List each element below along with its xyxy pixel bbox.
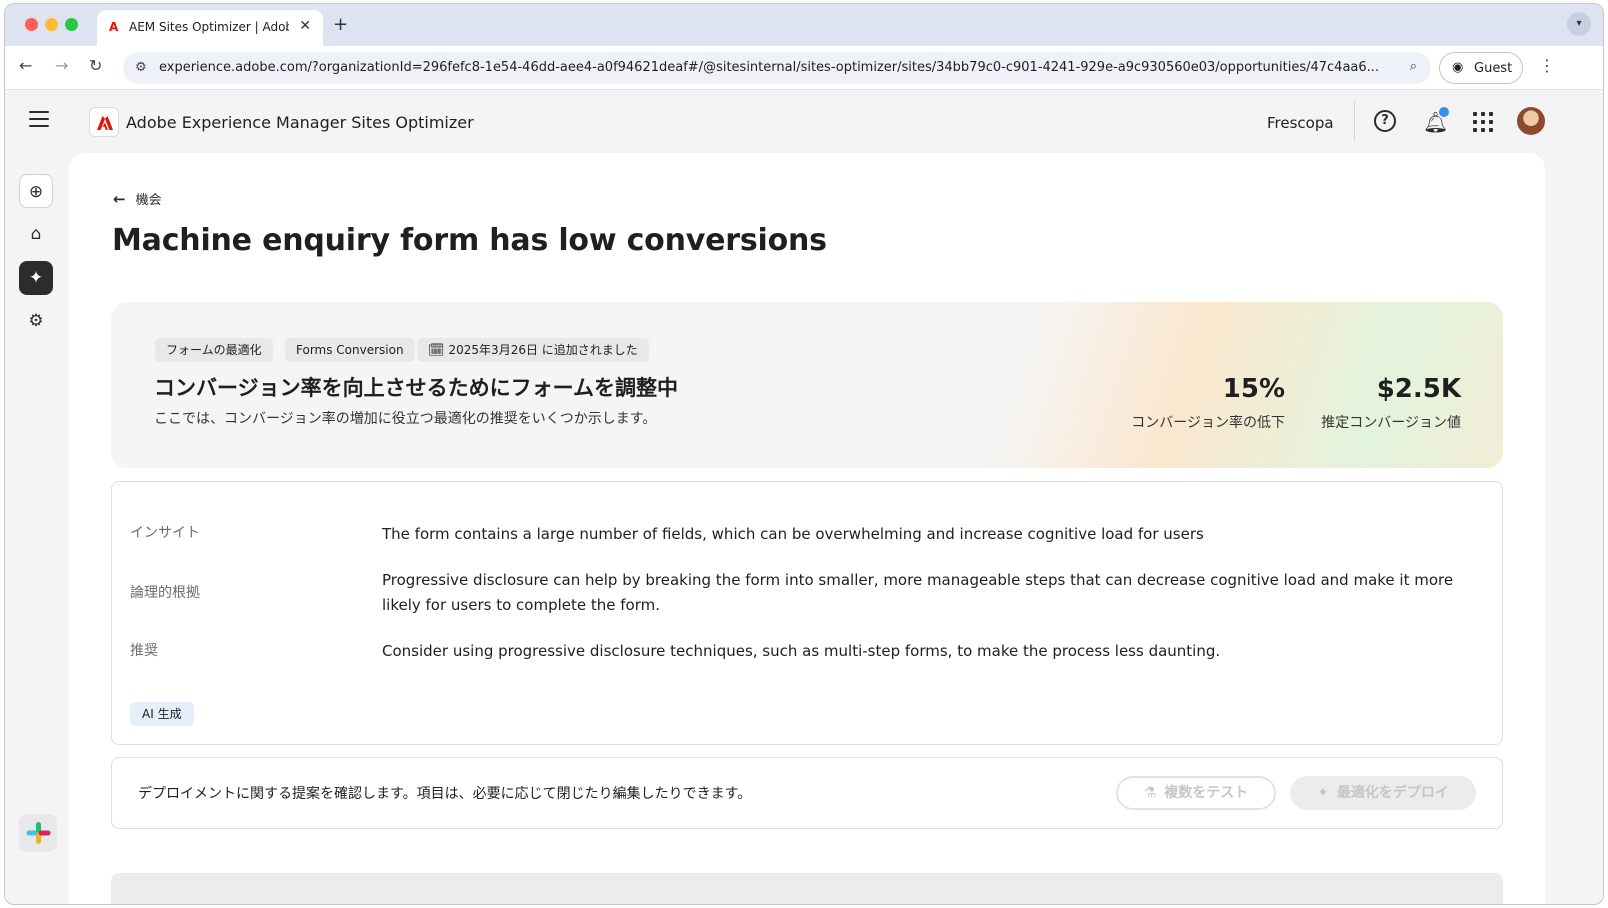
header-divider (1354, 101, 1355, 141)
deploy-optimization-button[interactable]: ✦ 最適化をデプロイ (1290, 776, 1476, 810)
estimated-value: $2.5K (1376, 374, 1461, 404)
opportunities-icon[interactable]: ✦ (19, 261, 53, 295)
site-info-icon[interactable]: ⚙ (135, 60, 147, 75)
deploy-optimization-label: 最適化をデプロイ (1336, 785, 1449, 801)
page-title: Machine enquiry form has low conversions (112, 223, 827, 258)
date-added-label: 2025年3月26日 に追加されました (448, 343, 638, 357)
browser-toolbar: ← → ↻ ⚙ experience.adobe.com/?organizati… (5, 46, 1603, 90)
ai-generated-badge: AI 生成 (130, 702, 194, 726)
reload-icon[interactable]: ↻ (89, 56, 102, 75)
home-icon[interactable]: ⌂ (19, 217, 53, 251)
settings-icon[interactable]: ⚙ (19, 304, 53, 338)
category-tag: フォームの最適化 (155, 338, 273, 362)
flask-icon: ⚗ (1143, 785, 1157, 801)
slack-icon[interactable] (19, 814, 57, 852)
globe-icon[interactable]: ⊕ (19, 174, 53, 208)
user-avatar[interactable] (1517, 107, 1545, 135)
url-text[interactable]: experience.adobe.com/?organizationId=296… (159, 60, 1379, 75)
insight-text: The form contains a large number of fiel… (382, 525, 1204, 543)
back-icon[interactable]: ← (19, 56, 32, 75)
tab-search-icon[interactable]: ▾ (1567, 12, 1591, 36)
summary-title: コンバージョン率を向上させるためにフォームを調整中 (154, 376, 678, 400)
summary-subtitle: ここでは、コンバージョン率の増加に役立つ最適化の推奨をいくつか示します。 (154, 411, 657, 427)
org-switcher[interactable]: Frescopa (1267, 114, 1334, 132)
date-added-tag: 🗓︎ 2025年3月26日 に追加されました (417, 338, 649, 362)
sparkle-icon: ✦ (1317, 785, 1329, 801)
calendar-icon: 🗓︎ (428, 343, 445, 358)
adobe-logo-icon (89, 107, 119, 137)
close-tab-icon[interactable]: ✕ (299, 18, 311, 34)
notification-badge (1437, 105, 1451, 119)
deploy-instructions: デプロイメントに関する提案を確認します。項目は、必要に応じて閉じたり編集したりで… (138, 786, 752, 802)
estimated-value-label: 推定コンバージョン値 (1321, 415, 1461, 431)
opportunity-summary-card: フォームの最適化 Forms Conversion 🗓︎ 2025年3月26日 に… (111, 302, 1503, 468)
insight-label: インサイト (130, 525, 200, 541)
close-window-button[interactable] (25, 18, 38, 31)
conversion-drop-label: コンバージョン率の低下 (1131, 415, 1285, 431)
insights-card: インサイト The form contains a large number o… (111, 481, 1503, 745)
browser-tab[interactable]: A AEM Sites Optimizer | Adobe ✕ (97, 10, 323, 46)
address-bar[interactable]: ⚙ experience.adobe.com/?organizationId=2… (123, 52, 1431, 84)
adobe-favicon-icon: A (109, 20, 119, 34)
browser-window: A AEM Sites Optimizer | Adobe ✕ + ▾ ← → … (4, 3, 1604, 905)
test-multiple-button[interactable]: ⚗ 複数をテスト (1116, 776, 1276, 810)
recommendation-text: Consider using progressive disclosure te… (382, 642, 1221, 660)
main-panel: ← 機会 Machine enquiry form has low convers… (69, 153, 1545, 904)
help-icon[interactable]: ? (1374, 110, 1396, 132)
rationale-text: Progressive disclosure can help by break… (382, 571, 1454, 614)
recommendation-label: 推奨 (130, 643, 158, 659)
app-title: Adobe Experience Manager Sites Optimizer (126, 113, 474, 132)
guest-label: Guest (1474, 61, 1513, 76)
hamburger-menu-icon[interactable] (29, 111, 49, 127)
forward-icon[interactable]: → (55, 56, 68, 75)
app-switcher-icon[interactable] (1473, 112, 1493, 132)
profile-icon: ◉ (1452, 60, 1464, 75)
app-header: Adobe Experience Manager Sites Optimizer… (5, 91, 1603, 153)
guest-profile-button[interactable]: ◉ Guest (1439, 52, 1523, 84)
next-section-preview (111, 873, 1503, 904)
test-multiple-label: 複数をテスト (1164, 785, 1249, 801)
deploy-bar: デプロイメントに関する提案を確認します。項目は、必要に応じて閉じたり編集したりで… (111, 757, 1503, 829)
zoom-icon[interactable]: ⌕ (1410, 59, 1417, 74)
type-tag: Forms Conversion (285, 338, 415, 362)
arrow-left-icon: ← (113, 190, 126, 208)
tab-strip: A AEM Sites Optimizer | Adobe ✕ + ▾ (5, 4, 1603, 46)
conversion-drop-value: 15% (1222, 374, 1285, 404)
back-to-opportunities-link[interactable]: ← 機会 (113, 189, 162, 208)
rationale-label: 論理的根拠 (130, 585, 200, 601)
minimize-window-button[interactable] (45, 18, 58, 31)
browser-menu-icon[interactable]: ⋮ (1539, 56, 1555, 75)
tab-title: AEM Sites Optimizer | Adobe (129, 20, 289, 34)
maximize-window-button[interactable] (65, 18, 78, 31)
new-tab-icon[interactable]: + (333, 14, 348, 35)
back-label: 機会 (135, 193, 162, 208)
